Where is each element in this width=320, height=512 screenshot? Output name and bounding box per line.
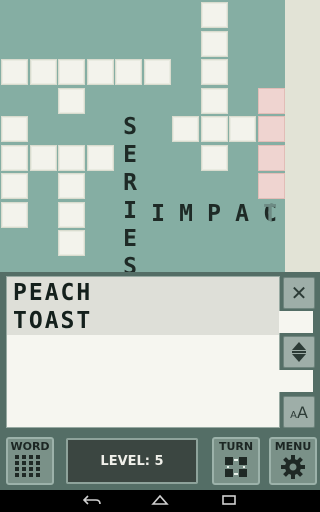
- board-tile[interactable]: [1, 144, 28, 171]
- board-tile[interactable]: [1, 173, 28, 199]
- vertical-word-letter[interactable]: R: [116, 169, 144, 196]
- board-tile[interactable]: [58, 59, 85, 85]
- board-tile[interactable]: [1, 116, 28, 142]
- menu-button[interactable]: MENU: [269, 437, 317, 485]
- close-button[interactable]: ✕: [283, 277, 315, 309]
- game-board[interactable]: SERIESIMPACTT: [0, 0, 285, 272]
- vertical-word-letter[interactable]: I: [116, 197, 144, 224]
- turn-button-label: TURN: [218, 440, 254, 453]
- font-size-icon: AA: [290, 402, 308, 422]
- move-word-button[interactable]: [283, 336, 315, 368]
- word-list-item[interactable]: PEACH: [13, 280, 92, 306]
- board-tile[interactable]: [58, 230, 85, 256]
- board-tile[interactable]: [143, 59, 171, 85]
- horizontal-word-letter[interactable]: A: [228, 200, 256, 227]
- gear-icon: [281, 455, 305, 479]
- level-text: LEVEL: 5: [100, 453, 164, 469]
- board-tile[interactable]: [200, 116, 228, 142]
- font-size-button[interactable]: AA: [283, 396, 315, 428]
- up-down-arrows-icon: [292, 342, 306, 362]
- grid-icon: [15, 455, 40, 477]
- board-tile[interactable]: [1, 201, 28, 228]
- word-button[interactable]: WORD: [6, 437, 54, 485]
- board-edge-strip: [285, 0, 320, 272]
- board-tile[interactable]: [58, 144, 85, 171]
- board-tile[interactable]: [58, 201, 85, 228]
- vertical-word-letter[interactable]: E: [116, 141, 144, 168]
- rotate-icon: [225, 457, 247, 477]
- turn-button[interactable]: TURN: [212, 437, 260, 485]
- menu-button-label: MENU: [274, 440, 312, 453]
- level-display: LEVEL: 5: [66, 438, 198, 484]
- board-tile[interactable]: [29, 144, 57, 171]
- close-icon: ✕: [290, 281, 308, 305]
- board-tile[interactable]: [58, 87, 85, 114]
- board-tile[interactable]: [86, 144, 114, 171]
- side-spacer: [279, 370, 313, 392]
- horizontal-word-letter[interactable]: P: [200, 200, 228, 227]
- board-tile[interactable]: [200, 2, 228, 28]
- horizontal-word-letter[interactable]: I: [144, 200, 172, 227]
- vertical-word-letter[interactable]: E: [116, 225, 144, 252]
- highlight-tile[interactable]: [257, 173, 285, 199]
- home-icon[interactable]: [151, 493, 169, 511]
- board-tile[interactable]: [200, 30, 228, 57]
- highlight-tile[interactable]: [257, 116, 285, 142]
- word-list-item[interactable]: TOAST: [13, 308, 92, 334]
- vertical-word-letter[interactable]: S: [116, 113, 144, 140]
- board-tile[interactable]: [229, 116, 256, 142]
- recents-icon[interactable]: [220, 493, 238, 511]
- side-spacer: [279, 311, 313, 333]
- board-tile[interactable]: [86, 59, 114, 85]
- vertical-word-letter[interactable]: S: [116, 253, 144, 273]
- ghost-letter[interactable]: T: [256, 200, 284, 227]
- board-tile[interactable]: [1, 59, 28, 85]
- word-button-label: WORD: [10, 440, 50, 453]
- board-tile[interactable]: [200, 59, 228, 85]
- highlight-tile[interactable]: [257, 87, 285, 114]
- board-tile[interactable]: [29, 59, 57, 85]
- board-tile[interactable]: [115, 59, 142, 85]
- highlight-tile[interactable]: [257, 144, 285, 171]
- board-tile[interactable]: [58, 173, 85, 199]
- board-tile[interactable]: [172, 116, 199, 142]
- board-tile[interactable]: [200, 87, 228, 114]
- board-tile[interactable]: [200, 144, 228, 171]
- word-list[interactable]: PEACH TOAST: [6, 276, 280, 428]
- back-icon[interactable]: [82, 493, 101, 511]
- horizontal-word-letter[interactable]: M: [172, 200, 200, 227]
